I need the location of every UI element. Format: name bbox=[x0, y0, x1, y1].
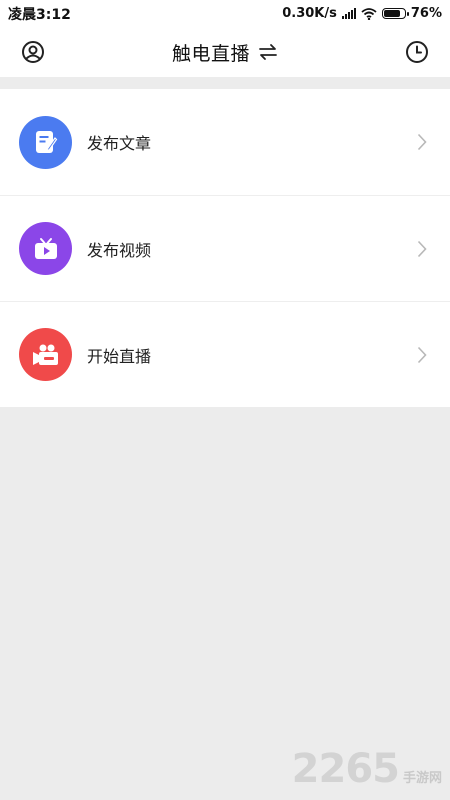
watermark-number: 2265 bbox=[291, 746, 400, 792]
chevron-right-icon bbox=[416, 345, 428, 365]
network-speed: 0.30K/s bbox=[282, 6, 337, 21]
swap-icon[interactable] bbox=[258, 42, 278, 62]
menu-item-label: 开始直播 bbox=[87, 346, 152, 366]
video-camera-icon bbox=[19, 328, 72, 381]
watermark-logo: 2265 手游网 bbox=[292, 746, 442, 792]
section-divider bbox=[0, 77, 450, 89]
tv-play-icon bbox=[19, 222, 72, 275]
page-title: 触电直播 bbox=[171, 42, 250, 65]
battery-level: 76% bbox=[410, 6, 442, 21]
status-indicators: 0.30K/s 76% bbox=[282, 6, 442, 21]
menu-item-start-live[interactable]: 开始直播 bbox=[0, 301, 450, 407]
app-header: 触电直播 bbox=[0, 27, 450, 77]
watermark-text: 手游网 bbox=[402, 771, 442, 786]
wifi-icon bbox=[361, 7, 377, 20]
menu-item-label: 发布文章 bbox=[87, 134, 152, 153]
battery-icon bbox=[381, 8, 409, 19]
action-menu: 发布文章 发布视频 开始直播 bbox=[0, 89, 450, 407]
chevron-right-icon bbox=[416, 239, 428, 259]
status-bar: 凌晨3:12 0.30K/s 76% bbox=[0, 0, 450, 27]
menu-item-publish-video[interactable]: 发布视频 bbox=[0, 195, 450, 301]
status-time: 凌晨3:12 bbox=[8, 6, 71, 23]
menu-item-label: 发布视频 bbox=[87, 240, 152, 260]
chevron-right-icon bbox=[416, 132, 428, 152]
clock-icon[interactable] bbox=[404, 39, 430, 65]
article-edit-icon bbox=[19, 115, 72, 169]
signal-icon bbox=[341, 8, 356, 19]
header-title-group[interactable]: 触电直播 bbox=[0, 27, 450, 77]
menu-item-publish-article[interactable]: 发布文章 bbox=[0, 89, 450, 195]
